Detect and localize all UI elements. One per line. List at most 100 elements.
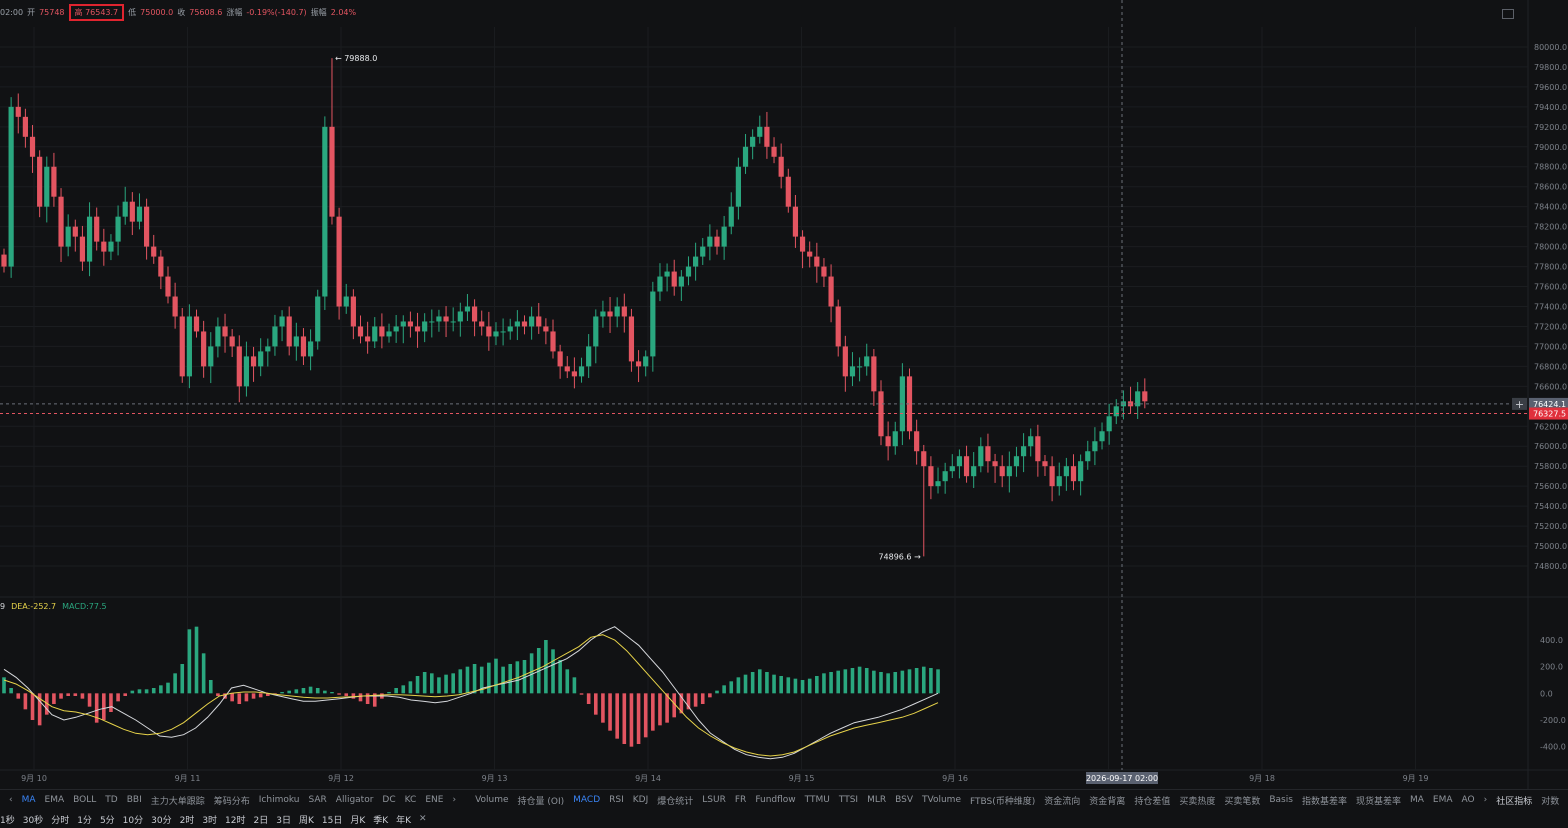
- macd-histogram-bar: [166, 682, 170, 694]
- sub-indicator-item[interactable]: EMA: [1433, 795, 1453, 805]
- candle-body: [949, 466, 955, 472]
- main-indicator-item[interactable]: Alligator: [336, 795, 374, 805]
- sub-indicator-item[interactable]: 资金流向: [1044, 794, 1080, 807]
- macd-histogram-bar: [394, 688, 398, 694]
- candle-body: [1006, 466, 1012, 477]
- macd-histogram-bar: [850, 668, 855, 694]
- sub-indicator-item[interactable]: FTBS(币种维度): [970, 794, 1035, 807]
- sub-indicator-item[interactable]: MA: [1410, 795, 1424, 805]
- candle-body: [1, 254, 7, 267]
- timeframe-item[interactable]: 2日: [254, 813, 269, 826]
- main-indicator-item[interactable]: ENE: [425, 795, 443, 805]
- macd-histogram-bar: [800, 680, 805, 694]
- sub-indicator-item[interactable]: TVolume: [922, 795, 961, 805]
- timeframe-item[interactable]: 3时: [202, 813, 217, 826]
- sub-indicator-item[interactable]: 资金背离: [1089, 794, 1125, 807]
- toolbar-right-item[interactable]: 对数: [1541, 794, 1559, 807]
- candle-body: [742, 146, 749, 167]
- sub-indicator-item[interactable]: LSUR: [702, 795, 726, 805]
- macd-tick-label: 400.0: [1540, 636, 1563, 645]
- sub-indicator-item[interactable]: Basis: [1269, 795, 1293, 805]
- sub-indicator-item[interactable]: RSI: [609, 795, 624, 805]
- timeframe-item[interactable]: 12时: [225, 813, 245, 826]
- chevron-right-icon[interactable]: ›: [452, 795, 456, 805]
- main-indicator-item[interactable]: TD: [105, 795, 117, 805]
- candle-body: [521, 321, 528, 327]
- candle-body: [79, 236, 86, 262]
- sub-indicator-item[interactable]: 买卖热度: [1179, 794, 1215, 807]
- sub-indicator-item[interactable]: 爆仓统计: [657, 794, 693, 807]
- macd-histogram-bar: [280, 692, 284, 694]
- candle-body: [144, 206, 150, 247]
- candle-body: [529, 316, 535, 327]
- main-indicator-item[interactable]: Ichimoku: [259, 795, 300, 805]
- candle-body: [436, 316, 442, 322]
- candle-body: [22, 116, 28, 137]
- close-icon[interactable]: ✕: [419, 814, 427, 824]
- timeframe-item[interactable]: 周K: [299, 813, 314, 826]
- price-tick-label: 77600.0: [1534, 283, 1567, 292]
- timeframe-item[interactable]: 月K: [350, 813, 365, 826]
- price-tick-label: 79200.0: [1534, 123, 1567, 132]
- main-indicator-item[interactable]: MA: [22, 795, 36, 805]
- timeframe-item[interactable]: 2时: [180, 813, 195, 826]
- chevron-right-icon[interactable]: ›: [1484, 795, 1488, 805]
- sub-indicator-item[interactable]: Volume: [475, 795, 508, 805]
- main-indicator-item[interactable]: 筹码分布: [214, 794, 250, 807]
- sub-indicator-item[interactable]: TTSI: [839, 795, 858, 805]
- timeframe-item[interactable]: 1分: [77, 813, 92, 826]
- sub-indicator-item[interactable]: FR: [735, 795, 746, 805]
- chevron-left-icon[interactable]: ‹: [9, 795, 13, 805]
- timeframe-item[interactable]: 10分: [123, 813, 143, 826]
- price-tick-label: 79000.0: [1534, 143, 1567, 152]
- screenshot-icon[interactable]: [1502, 9, 1514, 19]
- candle-body: [864, 356, 870, 367]
- sub-indicator-item[interactable]: KDJ: [633, 795, 649, 805]
- timeframe-item[interactable]: 30秒: [23, 813, 43, 826]
- candle-body: [129, 201, 135, 222]
- main-indicator-item[interactable]: BOLL: [73, 795, 96, 805]
- main-indicator-item[interactable]: EMA: [45, 795, 65, 805]
- sub-indicator-item[interactable]: Fundflow: [755, 795, 795, 805]
- open-label: 开: [27, 7, 36, 17]
- sub-indicator-item[interactable]: 现货基差率: [1356, 794, 1401, 807]
- sub-indicator-item[interactable]: 指数基差率: [1302, 794, 1347, 807]
- timeframe-item[interactable]: 5分: [100, 813, 115, 826]
- macd-histogram-bar: [836, 670, 841, 694]
- sub-indicator-item[interactable]: MACD: [573, 795, 600, 805]
- timeframe-item[interactable]: 季K: [373, 813, 388, 826]
- timeframe-item[interactable]: 3日: [276, 813, 291, 826]
- main-indicator-item[interactable]: DC: [382, 795, 395, 805]
- candle-body: [493, 331, 499, 337]
- main-indicator-item[interactable]: SAR: [309, 795, 327, 805]
- toolbar-right-item[interactable]: 社区指标: [1496, 794, 1532, 807]
- sub-indicator-item[interactable]: AO: [1462, 795, 1475, 805]
- main-indicator-item[interactable]: KC: [405, 795, 417, 805]
- candle-body: [108, 241, 114, 252]
- timeframe-item[interactable]: 年K: [396, 813, 411, 826]
- sub-indicator-item[interactable]: BSV: [895, 795, 913, 805]
- macd-histogram-bar: [52, 693, 56, 704]
- timeframe-item[interactable]: 15日: [322, 813, 342, 826]
- main-indicator-item[interactable]: 主力大单跟踪: [151, 794, 205, 807]
- candle-body: [914, 431, 920, 452]
- sub-indicator-item[interactable]: MLR: [867, 795, 886, 805]
- macd-histogram-bar: [729, 681, 734, 694]
- main-indicator-item[interactable]: BBI: [127, 795, 142, 805]
- macd-histogram-bar: [501, 666, 505, 694]
- candlestick-chart[interactable]: 80000.0 79800.0 79600.0 79400.0 79200.0 79000…: [0, 0, 1568, 790]
- macd-histogram-bar: [907, 669, 912, 694]
- macd-histogram-bar: [558, 660, 562, 694]
- timeframe-item[interactable]: 1秒: [0, 813, 15, 826]
- macd-histogram-bar: [116, 693, 120, 702]
- timeframe-item[interactable]: 分时: [51, 813, 69, 826]
- sub-indicator-item[interactable]: TTMU: [805, 795, 830, 805]
- macd-histogram-bar: [465, 666, 470, 694]
- sub-indicator-item[interactable]: 持仓差值: [1134, 794, 1170, 807]
- macd-histogram-bar: [593, 693, 598, 715]
- sub-indicator-item[interactable]: 持仓量 (OI): [518, 794, 565, 807]
- price-tick-label: 76200.0: [1534, 422, 1567, 431]
- price-tick-label: 78200.0: [1534, 223, 1567, 232]
- timeframe-item[interactable]: 30分: [151, 813, 171, 826]
- sub-indicator-item[interactable]: 买卖笔数: [1224, 794, 1260, 807]
